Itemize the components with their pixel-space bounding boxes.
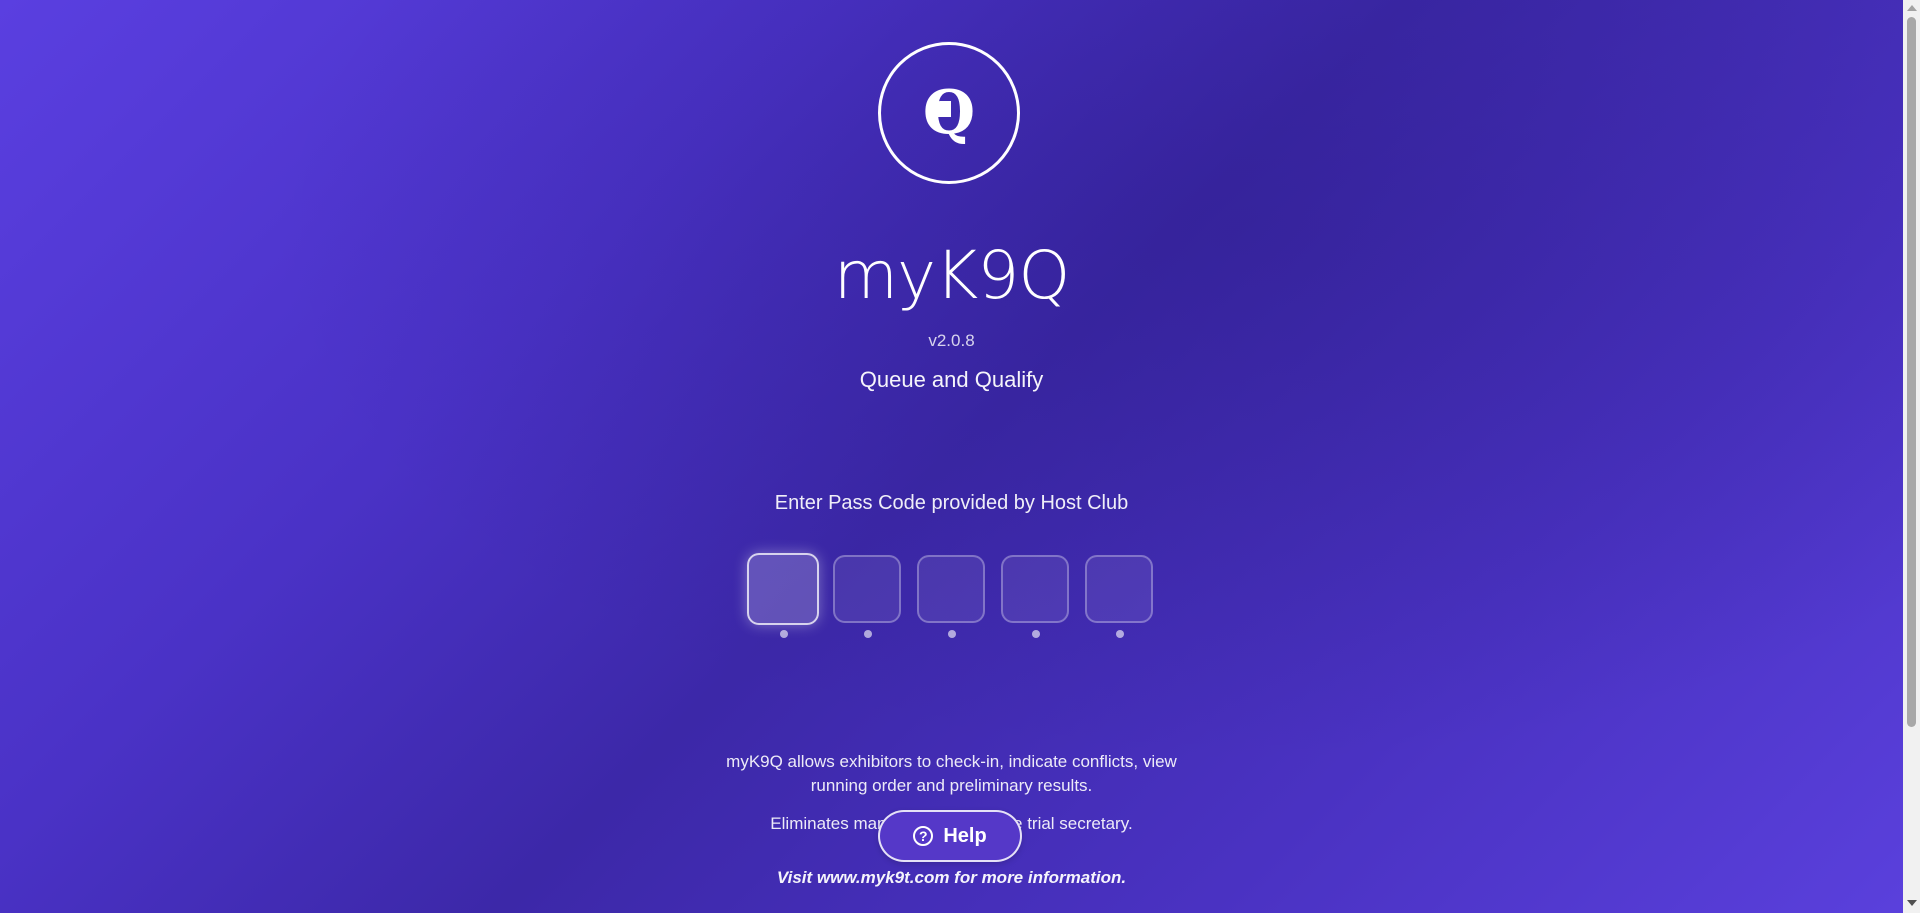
vertical-scrollbar[interactable] <box>1903 0 1920 913</box>
passcode-dot-1 <box>780 630 788 638</box>
passcode-dot-3 <box>948 630 956 638</box>
passcode-digit-5[interactable] <box>1085 555 1153 623</box>
passcode-digit-1[interactable] <box>747 553 819 625</box>
passcode-prompt: Enter Pass Code provided by Host Club <box>774 492 1129 514</box>
landing-page: Q myK9Q v2.0.8 Queue and Qualify Enter P… <box>0 0 1903 913</box>
passcode-dot-2 <box>864 630 872 638</box>
eliminates-text-left: Eliminates many <box>770 814 896 833</box>
passcode-dot-4 <box>1032 630 1040 638</box>
app-tagline: Queue and Qualify <box>859 367 1044 392</box>
logo-dog-mark-icon <box>937 101 951 117</box>
passcode-digit-2[interactable] <box>833 555 901 623</box>
app-description: myK9Q allows exhibitors to check-in, ind… <box>726 752 1177 795</box>
scroll-down-arrow-icon[interactable] <box>1907 900 1917 906</box>
passcode-dot-5 <box>1116 630 1124 638</box>
question-circle-icon: ? <box>913 826 934 846</box>
passcode-digit-3[interactable] <box>917 555 985 623</box>
passcode-digit-4[interactable] <box>1001 555 1069 623</box>
passcode-input-group <box>747 553 1153 638</box>
eliminates-text-right: e trial secretary. <box>1013 814 1133 833</box>
app-logo: Q <box>878 42 1020 184</box>
visit-website-text: Visit www.myk9t.com for more information… <box>776 868 1127 887</box>
app-version: v2.0.8 <box>928 331 975 350</box>
scroll-up-arrow-icon[interactable] <box>1907 5 1917 11</box>
scrollbar-thumb[interactable] <box>1907 17 1916 727</box>
help-button-label: Help <box>943 824 987 847</box>
app-title: myK9Q <box>833 237 1071 314</box>
help-button[interactable]: ? Help <box>878 810 1022 862</box>
